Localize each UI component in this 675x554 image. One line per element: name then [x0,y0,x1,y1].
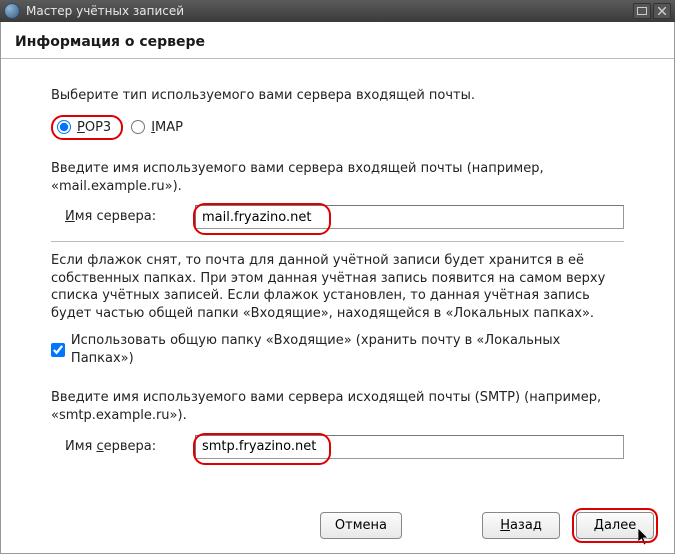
next-button[interactable]: Далее [576,512,654,539]
wizard-window: Мастер учётных записей Информация о серв… [0,0,675,554]
global-inbox-checkbox-row[interactable]: Использовать общую папку «Входящие» (хра… [51,332,624,367]
outgoing-server-input[interactable] [195,435,624,459]
incoming-server-input[interactable] [195,205,624,229]
main-panel: Выберите тип используемого вами сервера … [1,59,674,500]
incoming-label: Имя сервера: [65,208,185,226]
radio-imap-input[interactable] [131,120,145,134]
app-icon [4,3,20,19]
outgoing-server-row: Имя сервера: [65,435,624,459]
titlebar: Мастер учётных записей [0,0,675,22]
back-button[interactable]: Назад [482,512,560,539]
incoming-server-row: Имя сервера: [65,205,624,229]
outgoing-instruction: Введите имя используемого вами сервера и… [51,389,624,424]
global-inbox-info: Если флажок снят, то почта для данной уч… [51,252,624,322]
cancel-button[interactable]: Отмена [320,512,402,539]
section-divider [51,241,624,242]
incoming-instruction: Введите имя используемого вами сервера в… [51,160,624,195]
radio-imap-label: IMAP [151,119,183,137]
button-bar: Отмена Назад Далее [1,500,674,553]
radio-pop3[interactable]: POP3 [51,115,123,141]
radio-pop3-input[interactable] [57,120,71,134]
select-type-text: Выберите тип используемого вами сервера … [51,87,624,105]
radio-imap[interactable]: IMAP [129,115,189,141]
maximize-icon[interactable] [633,3,651,19]
global-inbox-label: Использовать общую папку «Входящие» (хра… [71,332,624,367]
outgoing-label: Имя сервера: [65,438,185,456]
close-icon[interactable] [653,3,671,19]
global-inbox-checkbox[interactable] [51,343,65,357]
content-area: Информация о сервере Выберите тип исполь… [0,22,675,554]
window-title: Мастер учётных записей [26,4,633,18]
server-type-radios: POP3 IMAP [51,115,624,141]
radio-pop3-label: POP3 [77,119,111,137]
page-title: Информация о сервере [1,22,674,58]
